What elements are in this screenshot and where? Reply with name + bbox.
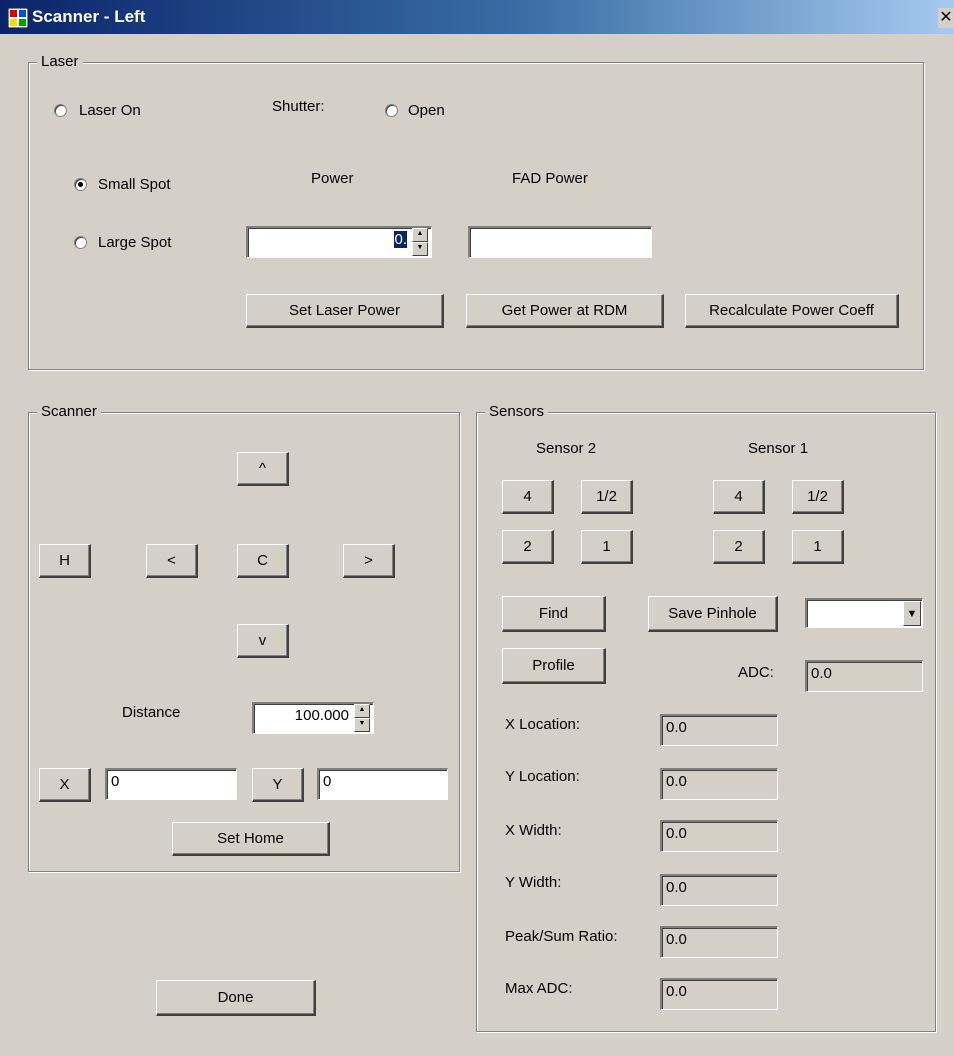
set-laser-power-button[interactable]: Set Laser Power (246, 294, 444, 328)
dropdown-arrow-icon[interactable]: ▼ (903, 601, 921, 626)
shutter-label: Shutter: (272, 98, 325, 115)
y-location-label: Y Location: (505, 768, 580, 785)
adc-field: 0.0 (805, 660, 923, 692)
distance-spin-down-icon[interactable]: ▼ (354, 718, 370, 732)
y-button[interactable]: Y (252, 768, 304, 802)
y-width-field: 0.0 (660, 874, 778, 906)
get-power-at-rdm-button[interactable]: Get Power at RDM (466, 294, 664, 328)
peak-sum-ratio-label: Peak/Sum Ratio: (505, 928, 618, 945)
distance-spinner[interactable]: ▲ ▼ (354, 704, 370, 732)
small-spot-label: Small Spot (98, 176, 171, 193)
title-bar: Scanner - Left ✕ (0, 0, 954, 34)
x-input[interactable]: 0 (105, 768, 237, 800)
large-spot-radio[interactable] (74, 236, 87, 249)
power-input[interactable]: 0. (246, 226, 432, 258)
home-h-button[interactable]: H (39, 544, 91, 578)
distance-spin-up-icon[interactable]: ▲ (354, 704, 370, 718)
power-label: Power (311, 170, 354, 187)
fad-power-label: FAD Power (512, 170, 588, 187)
laser-on-radio[interactable] (54, 104, 67, 117)
x-location-label: X Location: (505, 716, 581, 733)
large-spot-label: Large Spot (98, 234, 172, 251)
power-spin-up-icon[interactable]: ▲ (412, 228, 428, 242)
done-button[interactable]: Done (156, 980, 316, 1016)
adc-label: ADC: (738, 664, 774, 681)
small-spot-radio[interactable] (74, 178, 87, 191)
max-adc-field: 0.0 (660, 978, 778, 1010)
center-button[interactable]: C (237, 544, 289, 578)
window-title: Scanner - Left (32, 7, 146, 26)
shutter-open-radio[interactable] (385, 104, 398, 117)
recalculate-power-coeff-button[interactable]: Recalculate Power Coeff (685, 294, 899, 328)
profile-button[interactable]: Profile (502, 648, 606, 684)
sensor2-2-button[interactable]: 2 (502, 530, 554, 564)
sensor1-label: Sensor 1 (748, 440, 809, 457)
x-width-label: X Width: (505, 822, 562, 839)
scanner-group-label: Scanner (37, 403, 101, 421)
power-spinner[interactable]: ▲ ▼ (412, 228, 428, 256)
distance-label: Distance (122, 704, 181, 721)
pinhole-dropdown[interactable]: ▼ (805, 598, 923, 628)
shutter-open-label: Open (408, 102, 445, 119)
move-down-button[interactable]: v (237, 624, 289, 658)
distance-value: 100.000 (294, 707, 349, 724)
max-adc-label: Max ADC: (505, 980, 573, 997)
move-right-button[interactable]: > (343, 544, 395, 578)
y-width-label: Y Width: (505, 874, 562, 891)
sensor2-half-button[interactable]: 1/2 (581, 480, 633, 514)
move-up-button[interactable]: ^ (237, 452, 289, 486)
y-location-field: 0.0 (660, 768, 778, 800)
sensor1-1-button[interactable]: 1 (792, 530, 844, 564)
sensor2-1-button[interactable]: 1 (581, 530, 633, 564)
laser-on-label: Laser On (79, 102, 141, 119)
move-left-button[interactable]: < (146, 544, 198, 578)
sensor1-4-button[interactable]: 4 (713, 480, 765, 514)
x-location-field: 0.0 (660, 714, 778, 746)
sensor1-2-button[interactable]: 2 (713, 530, 765, 564)
x-width-field: 0.0 (660, 820, 778, 852)
peak-sum-ratio-field: 0.0 (660, 926, 778, 958)
sensors-group-label: Sensors (485, 403, 549, 421)
find-button[interactable]: Find (502, 596, 606, 632)
set-home-button[interactable]: Set Home (172, 822, 330, 856)
sensor2-label: Sensor 2 (536, 440, 597, 457)
save-pinhole-button[interactable]: Save Pinhole (648, 596, 778, 632)
app-icon (7, 7, 29, 29)
fad-power-input[interactable] (468, 226, 652, 258)
power-spin-down-icon[interactable]: ▼ (412, 242, 428, 256)
y-input[interactable]: 0 (317, 768, 448, 800)
close-icon[interactable]: ✕ (938, 8, 954, 28)
x-button[interactable]: X (39, 768, 91, 802)
power-value: 0. (394, 231, 407, 248)
sensor2-4-button[interactable]: 4 (502, 480, 554, 514)
laser-group-label: Laser (37, 53, 83, 71)
sensor1-half-button[interactable]: 1/2 (792, 480, 844, 514)
